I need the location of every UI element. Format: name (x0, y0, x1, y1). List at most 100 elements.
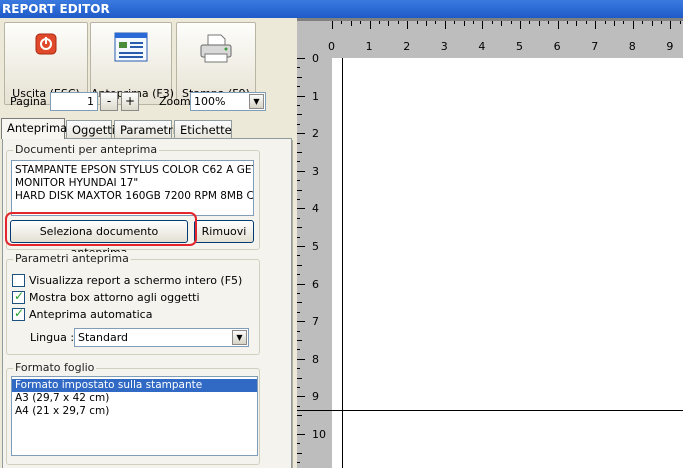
ruler-tick (595, 21, 597, 29)
ruler-tick (297, 377, 302, 379)
checkbox-box[interactable]: ✓ (12, 289, 25, 304)
ruler-tick (576, 21, 578, 26)
ruler-tick (473, 21, 474, 24)
ruler-tick (297, 283, 305, 285)
list-item[interactable]: HARD DISK MAXTOR 160GB 7200 RPM 8MB CACH (12, 190, 253, 203)
ruler-label: 3 (440, 40, 448, 53)
documents-list[interactable]: STAMPANTE EPSON STYLUS COLOR C62 A GETTC… (11, 160, 254, 216)
ruler-tick (482, 21, 484, 29)
page-label: Pagina (10, 95, 47, 108)
ruler-tick (501, 21, 503, 26)
show-box-checkbox-label: Mostra box attorno agli oggetti (29, 291, 200, 304)
ruler-tick (297, 142, 300, 144)
chevron-down-icon[interactable]: ▼ (232, 330, 247, 345)
ruler-tick (297, 152, 302, 153)
ruler-label: 6 (553, 40, 561, 53)
check-icon: ✓ (14, 306, 25, 320)
ruler-tick (520, 21, 521, 29)
ruler-tick (297, 340, 302, 341)
ruler-tick (297, 133, 305, 135)
ruler-tick (297, 95, 305, 97)
ruler-label: 7 (312, 315, 319, 329)
ruler-tick (297, 67, 300, 69)
list-item[interactable]: A4 (21 x 29,7 cm) (12, 405, 257, 418)
ruler-tick (614, 21, 615, 26)
pager-row: Pagina 1 - + Zoom 100% ▼ (0, 91, 297, 113)
zoom-label: Zoom (159, 95, 191, 108)
ruler-tick (379, 21, 380, 24)
ruler-tick (297, 462, 300, 464)
auto-preview-checkbox-label: Anteprima automatica (29, 308, 153, 321)
tab-parametri[interactable]: Parametri (114, 120, 176, 138)
ruler-tick (297, 405, 300, 407)
tab-anteprima[interactable]: Anteprima (1, 118, 67, 139)
ruler-label: 6 (312, 277, 319, 291)
language-label: Lingua : (30, 331, 75, 344)
ruler-tick (463, 21, 465, 26)
checkbox-box[interactable] (12, 274, 25, 287)
ruler-tick (623, 21, 625, 24)
preview-params-title: Parametri anteprima (13, 252, 131, 265)
ruler-tick (585, 21, 587, 24)
ruler-tick (297, 76, 302, 78)
tab-oggetti[interactable]: Oggetti (66, 120, 115, 138)
ruler-tick (332, 21, 333, 29)
ruler-label: 0 (312, 52, 319, 65)
ruler-tick (538, 21, 540, 26)
ruler-tick (297, 321, 305, 323)
ruler-tick (426, 21, 427, 26)
ruler-tick (297, 255, 300, 257)
page-next-button[interactable]: + (121, 92, 139, 111)
ruler-tick (454, 21, 456, 24)
ruler-tick (297, 274, 300, 276)
report-page[interactable] (297, 58, 683, 468)
language-select[interactable]: Standard ▼ (74, 328, 249, 347)
ruler-tick (548, 21, 550, 24)
ruler-tick (679, 21, 681, 24)
vertical-ruler: 0 1 2 3 4 5 6 7 8 9 10 (297, 52, 332, 468)
ruler-tick (297, 264, 302, 266)
list-item[interactable]: MONITOR HYUNDAI 17" (12, 177, 253, 190)
ruler-tick (350, 21, 352, 26)
check-icon: ✓ (14, 289, 25, 303)
ruler-label: 2 (403, 40, 411, 53)
ruler-tick (297, 330, 300, 332)
ruler-tick (369, 21, 371, 29)
remove-button[interactable]: Rimuovi (194, 220, 254, 243)
ruler-tick (297, 349, 300, 351)
ruler-tick (360, 21, 362, 24)
ruler-tick (297, 123, 300, 125)
checkbox-box[interactable]: ✓ (12, 306, 25, 321)
ruler-tick (297, 358, 305, 360)
ruler-tick (416, 21, 418, 24)
paper-format-title: Formato foglio (13, 361, 97, 374)
list-item[interactable]: A3 (29,7 x 42 cm) (12, 392, 257, 405)
ruler-tick (557, 21, 559, 29)
ruler-tick (297, 434, 305, 435)
page-prev-button[interactable]: - (100, 92, 118, 111)
highlight-annotation (5, 212, 197, 246)
margin-guide-line (297, 410, 683, 411)
ruler-tick (297, 424, 300, 426)
ruler-label: 8 (312, 352, 319, 366)
ruler-tick (297, 452, 302, 454)
page-input[interactable]: 1 (50, 92, 98, 111)
ruler-label: 1 (365, 40, 373, 53)
list-item[interactable]: STAMPANTE EPSON STYLUS COLOR C62 A GETTC (12, 164, 253, 177)
ruler-label: 4 (312, 202, 319, 216)
horizontal-ruler: 0 1 2 3 4 5 6 7 8 9 (297, 21, 683, 58)
ruler-tick (651, 21, 653, 26)
zoom-select[interactable]: 100% ▼ (190, 92, 266, 111)
chevron-down-icon[interactable]: ▼ (249, 94, 264, 109)
list-item[interactable]: Formato impostato sulla stampante (12, 379, 257, 392)
ruler-tick (297, 443, 300, 445)
ruler-label: 5 (516, 40, 523, 53)
ruler-tick (397, 21, 399, 24)
ruler-tick (297, 189, 302, 191)
exit-icon (34, 32, 58, 59)
paper-format-list[interactable]: Formato impostato sulla stampante A3 (29… (11, 376, 258, 456)
tab-etichette[interactable]: Etichette (174, 120, 232, 138)
ruler-tick (388, 21, 390, 26)
preview-window-icon (114, 32, 148, 65)
ruler-tick (297, 227, 302, 229)
